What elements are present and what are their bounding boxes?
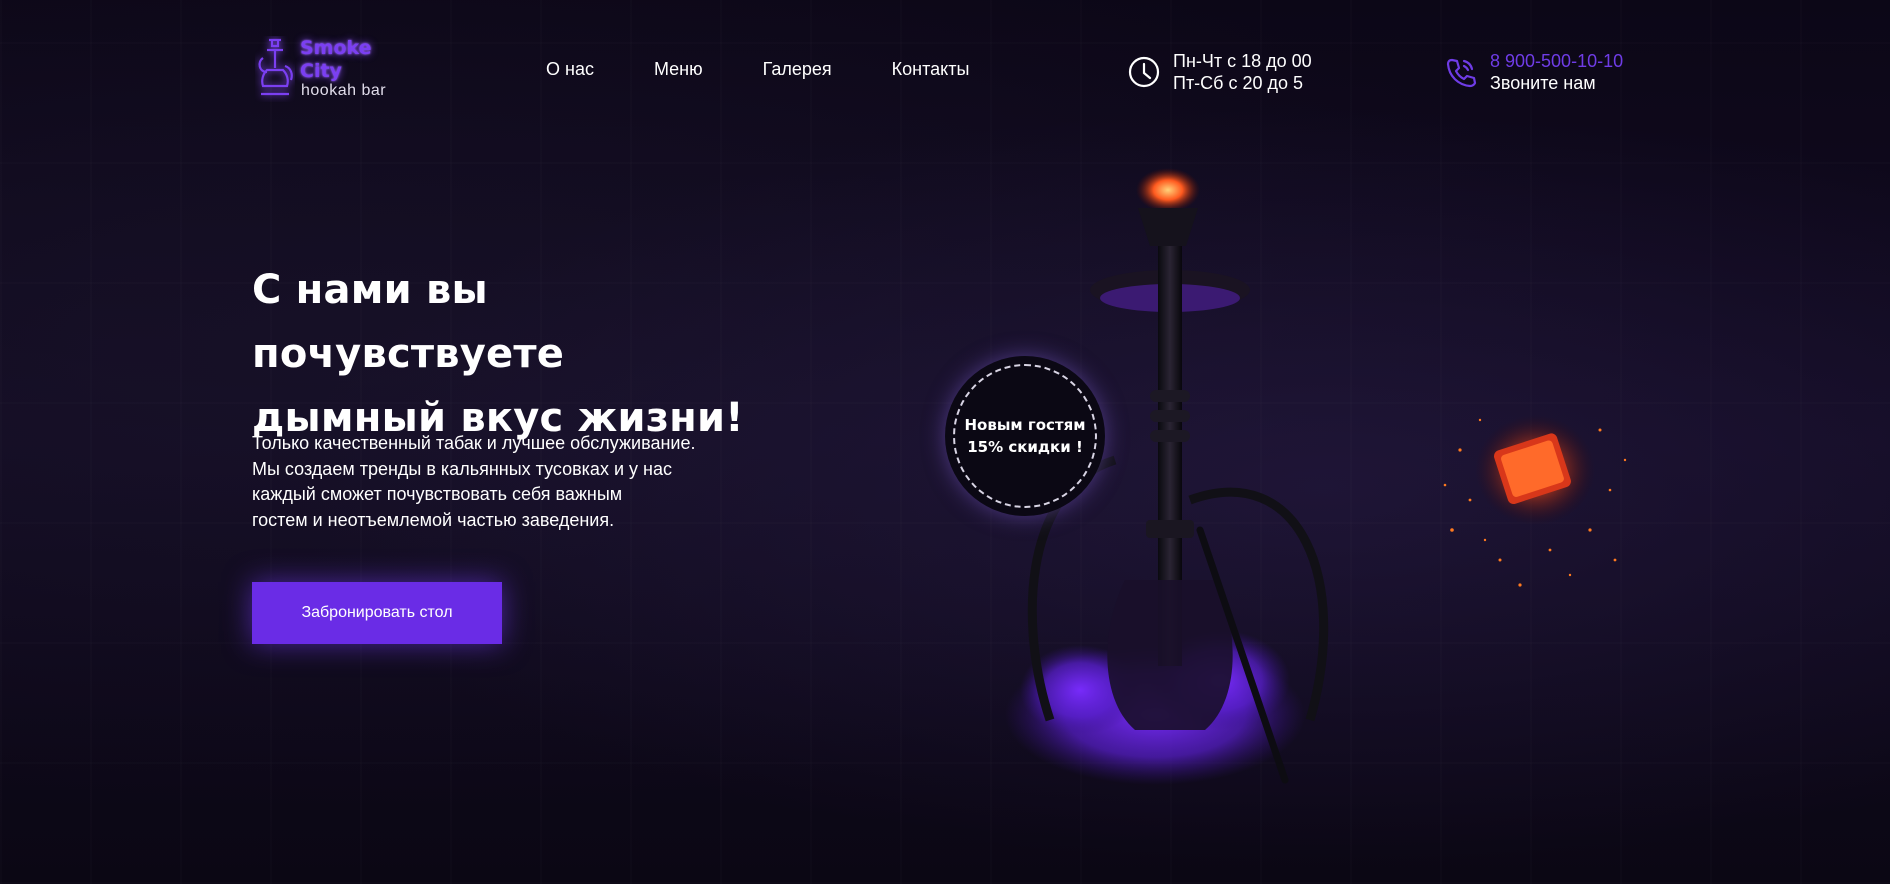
burning-coal-image: [1443, 415, 1627, 587]
hero-description: Только качественный табак и лучшее обслу…: [252, 431, 752, 533]
nav-link-menu[interactable]: Меню: [654, 59, 703, 80]
nav-link-gallery[interactable]: Галерея: [763, 59, 832, 80]
hero-description-line: каждый сможет почувствовать себя важным: [252, 484, 623, 504]
hero-title-line1: С нами вы почувствуете: [252, 267, 565, 377]
phone-contact: 8 900-500-10-10 Звоните нам: [1444, 50, 1623, 94]
hero-description-line: Только качественный табак и лучшее обслу…: [252, 433, 696, 453]
hero-title: С нами вы почувствуете дымный вкус жизни…: [252, 258, 812, 450]
logo-text-smoke: Smoke: [300, 37, 372, 59]
hookah-logo-icon: [258, 38, 293, 96]
phone-icon: [1446, 58, 1477, 88]
promo-line2: 15% скидки !: [967, 438, 1083, 456]
clock-icon: [1128, 56, 1160, 88]
phone-number-link[interactable]: 8 900-500-10-10: [1490, 50, 1623, 72]
phone-caption: Звоните нам: [1490, 73, 1596, 93]
site-header: Smoke City hookah bar О нас Меню Галерея…: [0, 0, 1890, 140]
opening-hours: Пн-Чт с 18 до 00 Пт-Сб с 20 до 5: [1127, 50, 1312, 94]
hours-weekdays: Пн-Чт с 18 до 00: [1173, 51, 1312, 71]
logo[interactable]: Smoke City hookah bar: [255, 32, 415, 106]
hours-weekend: Пт-Сб с 20 до 5: [1173, 73, 1304, 93]
logo-subtitle: hookah bar: [301, 82, 387, 99]
hero-description-line: Мы создаем тренды в кальянных тусовках и…: [252, 458, 672, 479]
hero-description-line: гостем и неотъемлемой частью заведения.: [252, 509, 615, 530]
landing-page: Smoke City hookah bar О нас Меню Галерея…: [0, 0, 1890, 884]
nav-link-contacts[interactable]: Контакты: [892, 59, 970, 80]
promo-badge: Новым гостям 15% скидки !: [945, 356, 1105, 516]
promo-line1: Новым гостям: [964, 416, 1086, 434]
logo-text-city: City: [300, 60, 342, 82]
book-table-button[interactable]: Забронировать стол: [252, 582, 502, 644]
nav-link-about[interactable]: О нас: [546, 59, 594, 80]
main-nav: О нас Меню Галерея Контакты: [546, 59, 1029, 80]
